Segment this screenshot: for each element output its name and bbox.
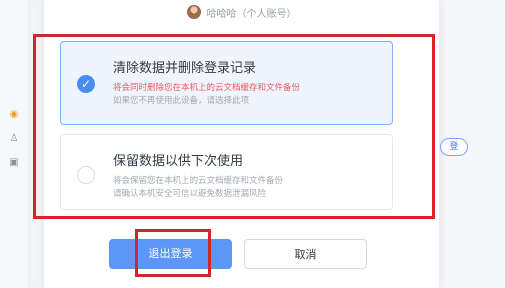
option-keep-data[interactable]: 保留数据以供下次使用 将会保留您在本机上的云文档缓存和文件备份 请确认本机安全可… (60, 134, 393, 210)
option-hint: 请确认本机安全可信以避免数据泄漏风险 (113, 189, 267, 199)
radio-unchecked[interactable] (77, 166, 95, 184)
user-icon[interactable]: ♙ (8, 132, 20, 144)
contacts-icon[interactable]: ▣ (8, 156, 20, 168)
option-clear-data[interactable]: ✓ 清除数据并删除登录记录 将会同时删除您在本机上的云文档缓存和文件备份 如果您… (60, 41, 393, 125)
account-name: 哈哈哈（个人账号） (206, 8, 297, 20)
check-icon[interactable]: ✓ (77, 75, 95, 93)
option-title: 清除数据并删除登录记录 (113, 61, 257, 76)
logout-button[interactable]: 退出登录 (109, 239, 232, 269)
option-warning: 将会同时删除您在本机上的云文档缓存和文件备份 (113, 83, 301, 93)
app-sidebar: ◉ ♙ ▣ (0, 0, 29, 288)
option-title: 保留数据以供下次使用 (113, 154, 244, 169)
option-description: 将会保留您在本机上的云文档缓存和文件备份 (113, 176, 284, 186)
logout-dialog: 哈哈哈（个人账号） ✓ 清除数据并删除登录记录 将会同时删除您在本机上的云文档缓… (44, 0, 439, 288)
avatar (186, 5, 201, 19)
cancel-button[interactable]: 取消 (244, 239, 367, 269)
location-icon[interactable]: ◉ (8, 108, 20, 120)
background-button[interactable]: 登 (440, 138, 468, 156)
option-hint: 如果您不再使用此设备，请选择此项 (113, 96, 250, 106)
account-info: 哈哈哈（个人账号） (44, 3, 439, 21)
